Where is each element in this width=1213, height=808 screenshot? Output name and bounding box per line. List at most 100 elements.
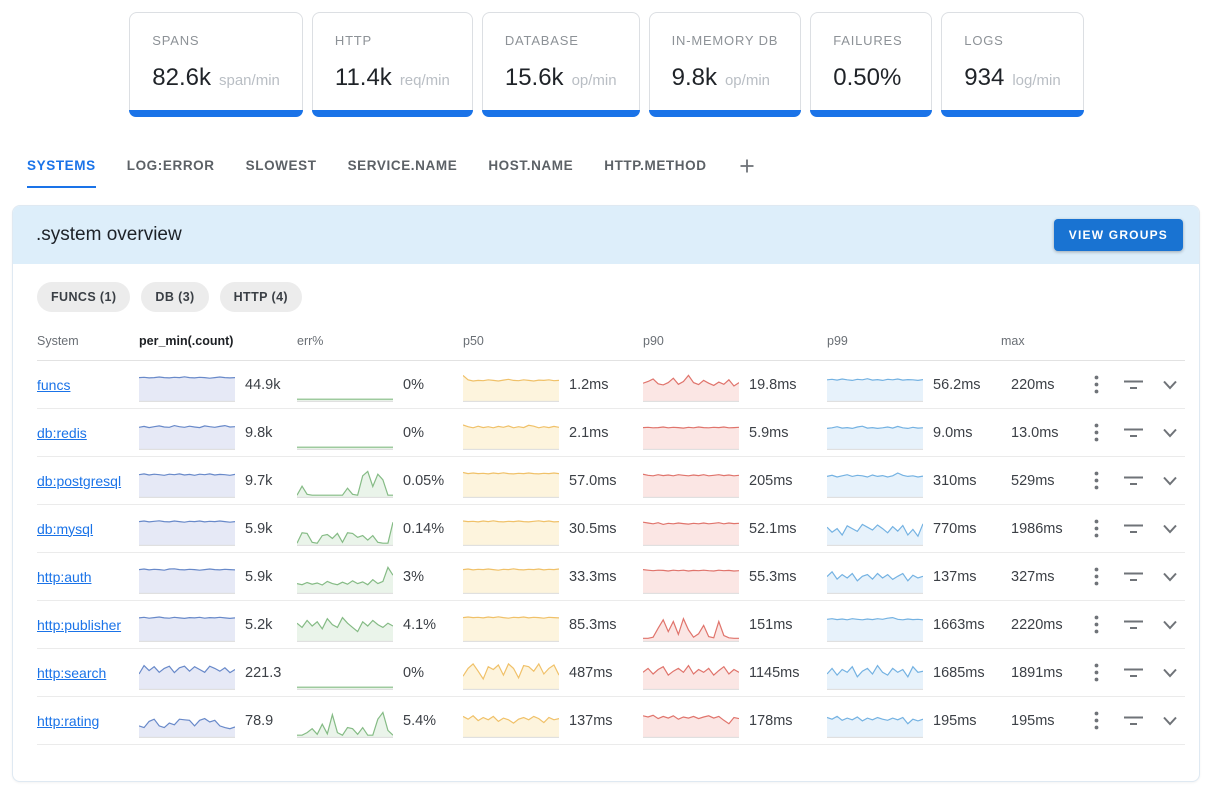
row-menu-button[interactable] [1079, 601, 1113, 648]
p90-value: 55.3ms [739, 569, 827, 585]
column-header-max[interactable]: max [1001, 334, 1079, 348]
row-filter-button[interactable] [1113, 361, 1153, 408]
row-menu-button[interactable] [1079, 361, 1113, 408]
metric-card-spans[interactable]: SPANS 82.6k span/min [129, 12, 303, 117]
row-filter-button[interactable] [1113, 601, 1153, 648]
add-tab-button[interactable] [738, 157, 756, 188]
system-link[interactable]: http:publisher [37, 617, 139, 633]
tab-systems[interactable]: SYSTEMS [27, 158, 96, 188]
max-value: 529ms [1001, 473, 1079, 489]
row-expand-button[interactable] [1153, 361, 1187, 408]
max-value: 13.0ms [1001, 425, 1079, 441]
row-expand-button[interactable] [1153, 457, 1187, 504]
p99-sparkline-chart [827, 608, 923, 642]
p99-sparkline-chart [827, 416, 923, 450]
per-min-sparkline-chart [139, 368, 235, 402]
panel-body: FUNCS (1) DB (3) HTTP (4) Systemper_min(.c… [13, 264, 1199, 781]
column-header-p90[interactable]: p90 [643, 334, 739, 348]
row-menu-button[interactable] [1079, 409, 1113, 456]
p99-value: 1663ms [923, 617, 1001, 633]
system-link[interactable]: http:rating [37, 713, 139, 729]
filter-icon [1123, 667, 1144, 679]
err-value: 0% [393, 425, 463, 441]
tab-log-error[interactable]: LOG:ERROR [127, 158, 215, 188]
tab-slowest[interactable]: SLOWEST [246, 158, 317, 188]
per-min-sparkline-chart [139, 608, 235, 642]
metric-card-logs[interactable]: LOGS 934 log/min [941, 12, 1083, 117]
metric-label: DATABASE [505, 33, 617, 48]
per-min-sparkline-chart [139, 416, 235, 450]
metric-card-in-memory-db[interactable]: IN-MEMORY DB 9.8k op/min [649, 12, 802, 117]
max-value: 1891ms [1001, 665, 1079, 681]
row-expand-button[interactable] [1153, 697, 1187, 744]
column-header-p99[interactable]: p99 [827, 334, 923, 348]
system-link[interactable]: http:auth [37, 569, 139, 585]
kebab-menu-icon [1094, 423, 1099, 442]
row-filter-button[interactable] [1113, 649, 1153, 696]
system-link[interactable]: http:search [37, 665, 139, 681]
err-sparkline [297, 704, 393, 738]
err-value: 0% [393, 665, 463, 681]
system-link[interactable]: db:mysql [37, 521, 139, 537]
filter-icon [1123, 523, 1144, 535]
column-header-system[interactable]: System [37, 334, 139, 348]
err-value: 5.4% [393, 713, 463, 729]
system-link[interactable]: db:postgresql [37, 473, 139, 489]
filter-icon [1123, 475, 1144, 487]
p50-value: 487ms [559, 665, 643, 681]
column-header-per-min-count[interactable]: per_min(.count) [139, 334, 235, 348]
row-menu-button[interactable] [1079, 505, 1113, 552]
p90-value: 178ms [739, 713, 827, 729]
p99-sparkline [827, 608, 923, 642]
row-menu-button[interactable] [1079, 697, 1113, 744]
system-link[interactable]: db:redis [37, 425, 139, 441]
chip-http-4[interactable]: HTTP (4) [220, 282, 302, 312]
p50-value: 30.5ms [559, 521, 643, 537]
system-link[interactable]: funcs [37, 377, 139, 393]
per-min-sparkline [139, 512, 235, 546]
row-filter-button[interactable] [1113, 553, 1153, 600]
row-expand-button[interactable] [1153, 409, 1187, 456]
p90-sparkline [643, 464, 739, 498]
chevron-down-icon [1162, 716, 1178, 726]
metric-accent-bar [649, 110, 802, 117]
p99-value: 137ms [923, 569, 1001, 585]
row-menu-button[interactable] [1079, 553, 1113, 600]
p99-sparkline-chart [827, 560, 923, 594]
row-menu-button[interactable] [1079, 457, 1113, 504]
table-row: http:rating 78.9 5.4% 137ms 178ms 195ms [37, 697, 1185, 745]
row-expand-button[interactable] [1153, 601, 1187, 648]
chevron-down-icon [1162, 668, 1178, 678]
row-filter-button[interactable] [1113, 457, 1153, 504]
view-groups-button[interactable]: VIEW GROUPS [1054, 219, 1183, 251]
p50-sparkline-chart [463, 512, 559, 546]
row-expand-button[interactable] [1153, 649, 1187, 696]
column-header-err[interactable]: err% [297, 334, 393, 348]
err-sparkline-chart [297, 560, 393, 594]
p50-sparkline [463, 656, 559, 690]
chip-db-3[interactable]: DB (3) [141, 282, 208, 312]
p50-value: 137ms [559, 713, 643, 729]
row-filter-button[interactable] [1113, 697, 1153, 744]
metric-card-failures[interactable]: FAILURES 0.50% [810, 12, 932, 117]
tab-http-method[interactable]: HTTP.METHOD [604, 158, 706, 188]
chip-funcs-1[interactable]: FUNCS (1) [37, 282, 130, 312]
table-row: db:redis 9.8k 0% 2.1ms 5.9ms 9.0ms 13.0 [37, 409, 1185, 457]
table-rows: funcs 44.9k 0% 1.2ms 19.8ms 56.2ms 220m [37, 361, 1185, 745]
kebab-menu-icon [1094, 663, 1099, 682]
err-sparkline [297, 560, 393, 594]
tab-service-name[interactable]: SERVICE.NAME [348, 158, 458, 188]
system-overview-panel: .system overview VIEW GROUPS FUNCS (1)DB… [12, 205, 1200, 782]
per-min-value: 221.3 [235, 665, 297, 681]
p50-value: 1.2ms [559, 377, 643, 393]
p90-sparkline-chart [643, 368, 739, 402]
row-expand-button[interactable] [1153, 505, 1187, 552]
tab-host-name[interactable]: HOST.NAME [488, 158, 573, 188]
column-header-p50[interactable]: p50 [463, 334, 559, 348]
metric-card-database[interactable]: DATABASE 15.6k op/min [482, 12, 640, 117]
row-filter-button[interactable] [1113, 505, 1153, 552]
row-expand-button[interactable] [1153, 553, 1187, 600]
row-filter-button[interactable] [1113, 409, 1153, 456]
metric-card-http[interactable]: HTTP 11.4k req/min [312, 12, 473, 117]
row-menu-button[interactable] [1079, 649, 1113, 696]
